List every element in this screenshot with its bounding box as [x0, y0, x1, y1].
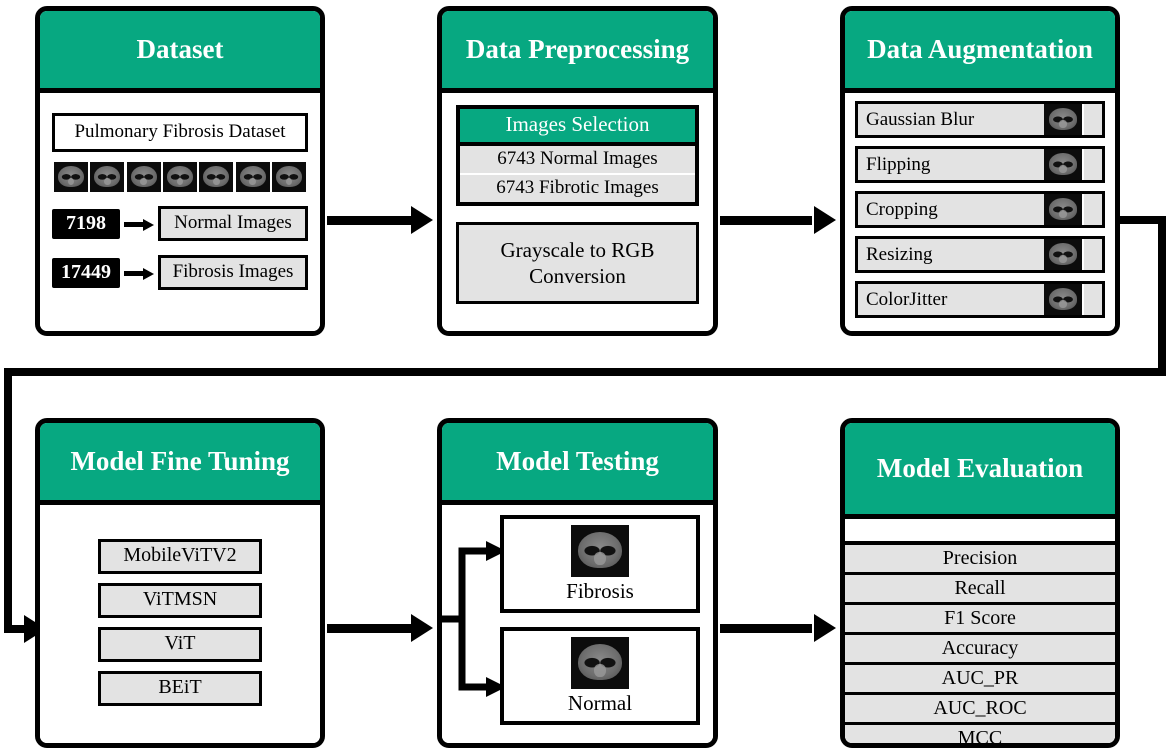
augmentation-row-tail — [1082, 104, 1102, 135]
testing-outcome-label-fibrosis: Fibrosis — [566, 578, 634, 603]
testing-outcome-card-normal: Normal — [500, 627, 700, 725]
testing-outcome-card-fibrosis: Fibrosis — [500, 515, 700, 613]
dataset-thumbnail-strip — [54, 162, 306, 192]
stage-card-preprocessing: Data Preprocessing Images Selection 6743… — [437, 6, 718, 336]
dataset-label-normal: Normal Images — [158, 206, 308, 241]
dataset-count-row-fibrosis: 17449 Fibrosis Images — [52, 255, 308, 290]
stage-card-testing: Model Testing Fibrosis Normal — [437, 418, 718, 748]
metric-accuracy: Accuracy — [845, 635, 1115, 665]
arrowhead-icon — [411, 206, 433, 234]
metric-recall: Recall — [845, 575, 1115, 605]
ct-scan-thumbnail-normal — [571, 636, 629, 689]
metric-precision: Precision — [845, 545, 1115, 575]
connector-shaft — [720, 216, 812, 225]
arrow-right-icon — [124, 218, 154, 231]
testing-outcome-label-normal: Normal — [567, 690, 633, 715]
ct-scan-thumbnail-6 — [235, 162, 270, 192]
connector-shaft — [327, 216, 417, 225]
augmentation-label: Cropping — [858, 194, 1044, 225]
evaluation-spacer-top — [845, 519, 1115, 545]
augmentation-row-cropping: Cropping — [855, 191, 1105, 228]
stage-body-preprocessing: Images Selection 6743 Normal Images 6743… — [442, 93, 713, 331]
ct-scan-thumbnail-fibrosis — [571, 524, 629, 577]
stage-card-evaluation: Model Evaluation Precision Recall F1 Sco… — [840, 418, 1120, 748]
images-selection-item-fibrotic: 6743 Fibrotic Images — [460, 175, 695, 202]
ct-scan-thumbnail-3 — [126, 162, 161, 192]
dataset-count-badge-fibrosis: 17449 — [52, 257, 120, 288]
model-item-beit: BEiT — [98, 671, 262, 706]
augmentation-row-tail — [1082, 239, 1102, 270]
ct-scan-thumbnail-4 — [162, 162, 197, 192]
metric-mcc: MCC — [845, 725, 1115, 743]
ct-scan-thumbnail-2 — [90, 162, 125, 192]
stage-card-dataset: Dataset Pulmonary Fibrosis Dataset 7198 … — [35, 6, 325, 336]
augmentation-row-flipping: Flipping — [855, 146, 1105, 183]
stage-body-dataset: Pulmonary Fibrosis Dataset 7198 Normal I… — [40, 93, 320, 331]
ct-scan-thumbnail-jitter — [1044, 284, 1082, 315]
dataset-count-badge-normal: 7198 — [52, 208, 120, 239]
ct-scan-thumbnail-blur — [1044, 104, 1082, 135]
connector-shaft — [327, 624, 417, 633]
model-item-vitmsn: ViTMSN — [98, 583, 262, 618]
connector-shaft-left-down — [4, 368, 12, 630]
dataset-source-label: Pulmonary Fibrosis Dataset — [52, 113, 308, 152]
ct-scan-thumbnail-resize — [1044, 239, 1082, 270]
stage-title-preprocessing: Data Preprocessing — [442, 11, 713, 93]
augmentation-row-tail — [1082, 194, 1102, 225]
arrow-right-icon — [124, 267, 154, 280]
arrowhead-icon — [411, 614, 433, 642]
arrowhead-icon — [814, 614, 836, 642]
model-item-mobilevitv2: MobileViTV2 — [98, 539, 262, 574]
stage-body-finetuning: MobileViTV2 ViTMSN ViT BEiT — [40, 505, 320, 743]
augmentation-row-tail — [1082, 149, 1102, 180]
augmentation-label: ColorJitter — [858, 284, 1044, 315]
images-selection-panel: Images Selection 6743 Normal Images 6743… — [456, 105, 699, 206]
metric-f1-score: F1 Score — [845, 605, 1115, 635]
arrowhead-icon — [814, 206, 836, 234]
ct-scan-thumbnail-5 — [199, 162, 234, 192]
images-selection-item-normal: 6743 Normal Images — [460, 146, 695, 175]
ct-scan-thumbnail-flip — [1044, 149, 1082, 180]
augmentation-label: Resizing — [858, 239, 1044, 270]
stage-title-testing: Model Testing — [442, 423, 713, 505]
ct-scan-thumbnail-1 — [54, 162, 88, 192]
connector-shaft-down — [1158, 216, 1166, 376]
dataset-count-row-normal: 7198 Normal Images — [52, 206, 308, 241]
model-item-vit: ViT — [98, 627, 262, 662]
stage-title-finetuning: Model Fine Tuning — [40, 423, 320, 505]
ct-scan-thumbnail-crop — [1044, 194, 1082, 225]
augmentation-row-tail — [1082, 284, 1102, 315]
stage-body-evaluation: Precision Recall F1 Score Accuracy AUC_P… — [845, 519, 1115, 743]
stage-body-augmentation: Gaussian Blur Flipping Cropping Resizing… — [845, 93, 1115, 331]
grayscale-to-rgb-conversion-panel: Grayscale to RGB Conversion — [456, 222, 699, 304]
metric-auc-roc: AUC_ROC — [845, 695, 1115, 725]
augmentation-row-resizing: Resizing — [855, 236, 1105, 273]
dataset-label-fibrosis: Fibrosis Images — [158, 255, 308, 290]
ct-scan-thumbnail-7 — [271, 162, 306, 192]
augmentation-row-colorjitter: ColorJitter — [855, 281, 1105, 318]
stage-title-dataset: Dataset — [40, 11, 320, 93]
augmentation-label: Gaussian Blur — [858, 104, 1044, 135]
stage-card-finetuning: Model Fine Tuning MobileViTV2 ViTMSN ViT… — [35, 418, 325, 748]
images-selection-title: Images Selection — [460, 109, 695, 146]
connector-shaft-across — [4, 368, 1166, 376]
stage-title-evaluation: Model Evaluation — [845, 423, 1115, 519]
augmentation-label: Flipping — [858, 149, 1044, 180]
metric-auc-pr: AUC_PR — [845, 665, 1115, 695]
stage-body-testing: Fibrosis Normal — [442, 505, 713, 743]
connector-shaft — [720, 624, 812, 633]
stage-card-augmentation: Data Augmentation Gaussian Blur Flipping… — [840, 6, 1120, 336]
stage-title-augmentation: Data Augmentation — [845, 11, 1115, 93]
augmentation-row-gaussian-blur: Gaussian Blur — [855, 101, 1105, 138]
